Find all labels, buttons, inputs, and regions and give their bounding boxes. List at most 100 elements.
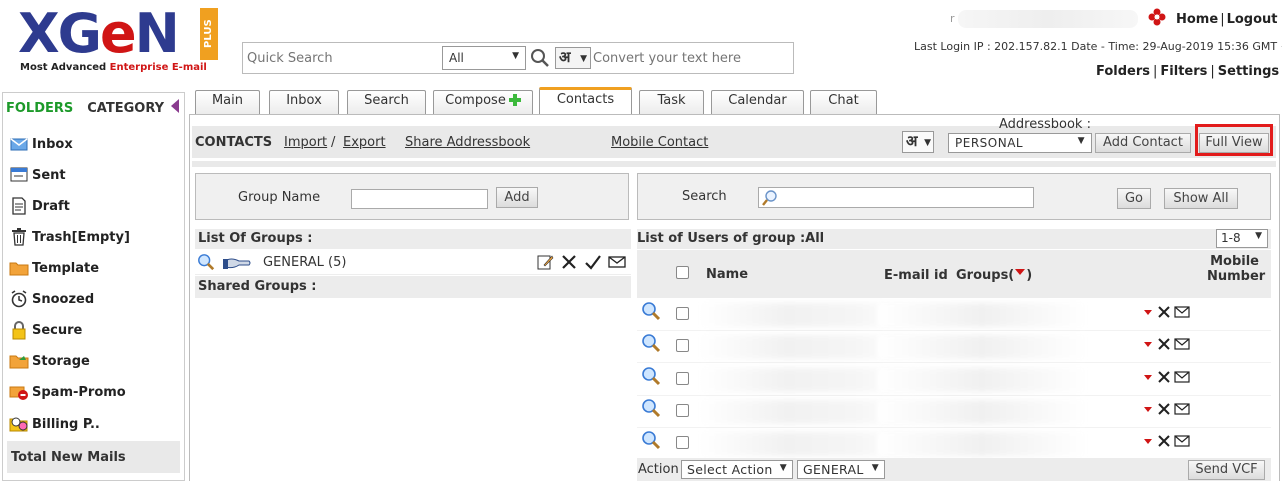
- col-email[interactable]: E-mail id: [884, 268, 948, 283]
- sidebar-item-label: Inbox: [32, 136, 73, 152]
- group-dropdown[interactable]: GENERAL ▼: [797, 460, 885, 479]
- addressbook-select[interactable]: PERSONAL ▼: [948, 133, 1092, 153]
- zoom-icon[interactable]: [641, 430, 661, 450]
- sidebar-item-secure[interactable]: Secure: [9, 319, 82, 341]
- export-link[interactable]: Export: [343, 135, 386, 150]
- category-tab[interactable]: CATEGORY: [87, 101, 164, 116]
- sidebar-item-draft[interactable]: Draft: [9, 195, 70, 217]
- convert-text-input[interactable]: [593, 47, 789, 69]
- brand-logo[interactable]: XGeN PLUS Most Advanced Enterprise E-mai…: [14, 4, 224, 76]
- group-name-label: Group Name: [238, 190, 321, 205]
- tab-compose[interactable]: Compose: [433, 90, 533, 114]
- tab-inbox[interactable]: Inbox: [269, 90, 339, 114]
- col-mobile[interactable]: Mobile Number: [1207, 254, 1265, 284]
- send-vcf-button[interactable]: Send VCF: [1188, 460, 1265, 480]
- add-contact-button[interactable]: Add Contact: [1095, 133, 1191, 153]
- row-checkbox[interactable]: [676, 307, 689, 320]
- page-range-select[interactable]: 1-8 ▼: [1216, 229, 1268, 248]
- select-action-dropdown[interactable]: Select Action ▼: [681, 460, 793, 479]
- zoom-icon[interactable]: [641, 301, 661, 321]
- row-checkbox[interactable]: [676, 339, 689, 352]
- close-icon[interactable]: [1156, 401, 1172, 417]
- sidebar-item-template[interactable]: Template: [9, 257, 99, 279]
- group-dropdown-icon[interactable]: [1144, 309, 1152, 315]
- search-icon[interactable]: [529, 47, 551, 69]
- mail-icon[interactable]: [1174, 304, 1190, 320]
- sidebar-item-snoozed[interactable]: Snoozed: [9, 288, 94, 310]
- close-icon[interactable]: [1156, 433, 1172, 449]
- table-row[interactable]: [637, 299, 1271, 331]
- settings-link[interactable]: Settings: [1218, 64, 1279, 79]
- mobile-contact-link[interactable]: Mobile Contact: [611, 135, 708, 150]
- mail-icon[interactable]: [1174, 336, 1190, 352]
- import-link[interactable]: Import: [284, 135, 327, 150]
- col-groups[interactable]: Groups(): [956, 268, 1032, 283]
- tab-search[interactable]: Search: [347, 90, 426, 114]
- sidebar-item-billing[interactable]: Billing P..: [9, 413, 100, 435]
- mail-icon[interactable]: [1174, 369, 1190, 385]
- zoom-icon[interactable]: [641, 333, 661, 353]
- group-dropdown-icon[interactable]: [1144, 341, 1152, 347]
- hindi-input-toggle[interactable]: अ ▼: [902, 131, 934, 153]
- group-dropdown-icon[interactable]: [1144, 406, 1152, 412]
- sidebar-item-label: Template: [32, 260, 100, 276]
- close-icon[interactable]: [1156, 369, 1172, 385]
- sidebar-item-sent[interactable]: Sent: [9, 164, 66, 186]
- hindi-input-toggle[interactable]: अ ▼: [555, 47, 591, 69]
- table-row[interactable]: [637, 331, 1271, 363]
- sidebar-item-label: Trash[Empty]: [32, 229, 130, 245]
- sidebar-item-spam-promo[interactable]: Spam-Promo: [9, 381, 126, 403]
- collapse-sidebar-icon[interactable]: [171, 99, 179, 113]
- folders-link[interactable]: Folders: [1096, 64, 1150, 79]
- users-table-header: Name E-mail id Groups() Mobile Number: [637, 250, 1271, 298]
- close-icon[interactable]: [560, 253, 578, 271]
- add-group-button[interactable]: Add: [496, 187, 538, 208]
- group-dropdown-icon[interactable]: [1144, 438, 1152, 444]
- tab-calendar[interactable]: Calendar: [711, 90, 804, 114]
- mail-icon[interactable]: [1174, 401, 1190, 417]
- full-view-button[interactable]: Full View: [1199, 133, 1269, 153]
- table-row[interactable]: [637, 428, 1271, 460]
- username-initial: r: [950, 12, 955, 25]
- user-search-input[interactable]: [758, 187, 1034, 208]
- row-checkbox[interactable]: [676, 404, 689, 417]
- mail-icon[interactable]: [1174, 433, 1190, 449]
- chevron-down-icon: ▼: [1255, 231, 1262, 241]
- quick-search-input[interactable]: [245, 47, 435, 69]
- mail-icon[interactable]: [608, 253, 626, 271]
- group-dropdown-icon[interactable]: [1144, 374, 1152, 380]
- row-checkbox[interactable]: [676, 436, 689, 449]
- show-all-button[interactable]: Show All: [1164, 188, 1238, 209]
- table-row[interactable]: [637, 364, 1271, 396]
- filters-link[interactable]: Filters: [1160, 64, 1207, 79]
- close-icon[interactable]: [1156, 304, 1172, 320]
- zoom-icon[interactable]: [197, 253, 215, 271]
- folders-tab[interactable]: FOLDERS: [6, 101, 73, 116]
- tab-chat[interactable]: Chat: [810, 90, 877, 114]
- sidebar-item-storage[interactable]: Storage: [9, 350, 90, 372]
- go-button[interactable]: Go: [1117, 188, 1151, 209]
- zoom-icon[interactable]: [641, 398, 661, 418]
- tab-task[interactable]: Task: [639, 90, 704, 114]
- zoom-icon[interactable]: [641, 366, 661, 386]
- check-icon[interactable]: [584, 253, 602, 271]
- edit-icon[interactable]: [536, 253, 554, 271]
- last-login-info: Last Login IP : 202.157.82.1 Date - Time…: [914, 40, 1282, 53]
- table-row[interactable]: [637, 396, 1271, 428]
- tab-contacts[interactable]: Contacts: [539, 87, 632, 115]
- sidebar-item-label: Draft: [32, 198, 70, 214]
- col-name[interactable]: Name: [706, 267, 748, 282]
- action-label: Action: [638, 462, 679, 477]
- row-checkbox[interactable]: [676, 372, 689, 385]
- share-addressbook-link[interactable]: Share Addressbook: [405, 135, 530, 150]
- sidebar-item-inbox[interactable]: Inbox: [9, 133, 73, 155]
- group-name-input[interactable]: [351, 189, 488, 209]
- close-icon[interactable]: [1156, 336, 1172, 352]
- search-scope-select[interactable]: All ▼: [442, 46, 526, 70]
- group-row[interactable]: GENERAL (5): [195, 250, 631, 275]
- sidebar-item-trash[interactable]: Trash[Empty]: [9, 226, 130, 248]
- tab-main[interactable]: Main: [195, 90, 260, 114]
- home-link[interactable]: Home: [1176, 12, 1218, 27]
- logout-link[interactable]: Logout: [1227, 12, 1278, 27]
- select-all-checkbox[interactable]: [676, 266, 689, 279]
